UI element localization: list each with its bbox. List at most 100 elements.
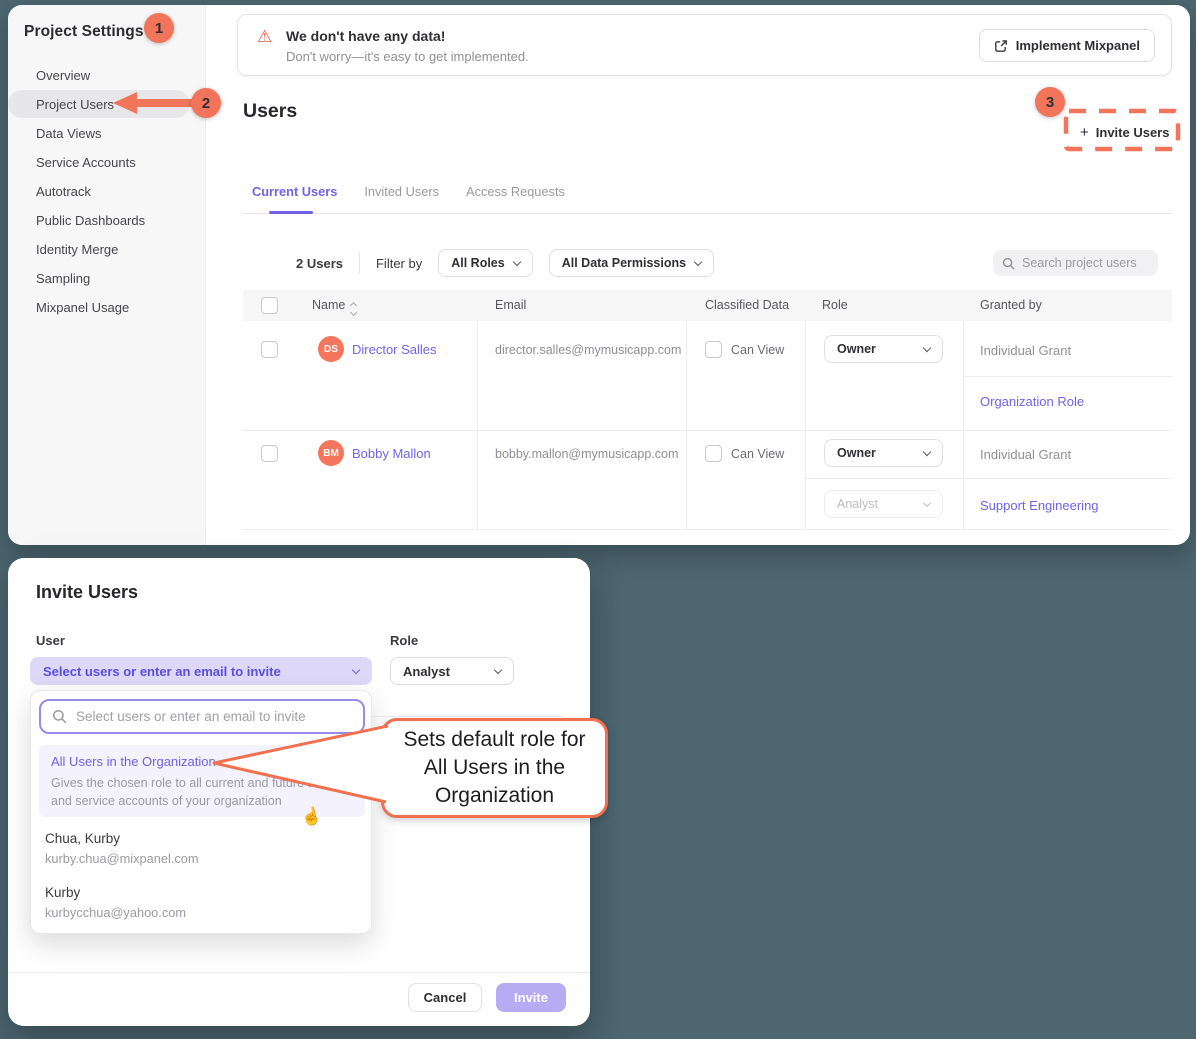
- users-tabs: Current Users Invited Users Access Reque…: [243, 180, 1172, 214]
- role-select-value: Analyst: [403, 664, 450, 679]
- chevron-down-icon: [512, 257, 520, 265]
- external-link-icon: [994, 39, 1008, 53]
- filter-by-label: Filter by: [376, 256, 422, 271]
- divider: [477, 321, 478, 530]
- role-select-field[interactable]: Analyst: [390, 657, 514, 685]
- filter-row: 2 Users Filter by All Roles All Data Per…: [296, 249, 714, 277]
- invite-submit-button[interactable]: Invite: [496, 983, 566, 1012]
- chevron-down-icon: [923, 343, 931, 351]
- search-project-users[interactable]: [993, 250, 1158, 276]
- classified-data-cell: Can View: [705, 341, 784, 358]
- divider: [805, 321, 806, 530]
- row-checkbox[interactable]: [261, 341, 278, 358]
- tab-invited-users[interactable]: Invited Users: [364, 180, 439, 213]
- granted-by-link[interactable]: Organization Role: [980, 394, 1084, 409]
- column-header-granted: Granted by: [980, 290, 1042, 321]
- role-value: Owner: [837, 342, 876, 356]
- user-email: director.salles@mymusicapp.com: [495, 343, 681, 357]
- can-view-label: Can View: [731, 343, 784, 357]
- avatar: BM: [318, 440, 344, 466]
- sidebar-item-autotrack[interactable]: Autotrack: [8, 177, 206, 206]
- user-name-link[interactable]: Director Salles: [352, 342, 437, 357]
- sidebar-item-public-dashboards[interactable]: Public Dashboards: [8, 206, 206, 235]
- cancel-button[interactable]: Cancel: [408, 983, 482, 1012]
- permissions-filter-dropdown[interactable]: All Data Permissions: [549, 249, 714, 277]
- divider: [686, 321, 687, 530]
- roles-filter-dropdown[interactable]: All Roles: [438, 249, 533, 277]
- chevron-down-icon: [923, 498, 931, 506]
- column-header-classified: Classified Data: [705, 290, 789, 321]
- user-select-value: Select users or enter an email to invite: [43, 664, 281, 679]
- tab-current-users[interactable]: Current Users: [252, 180, 337, 213]
- sidebar-title: Project Settings: [24, 23, 144, 41]
- chevron-down-icon: [923, 447, 931, 455]
- sidebar-item-service-accounts[interactable]: Service Accounts: [8, 148, 206, 177]
- permissions-filter-label: All Data Permissions: [562, 256, 686, 270]
- can-view-checkbox[interactable]: [705, 341, 722, 358]
- option-user[interactable]: Kurby kurbycchua@yahoo.com: [45, 885, 365, 920]
- annotation-step-2: 2: [191, 88, 221, 118]
- divider: [805, 478, 1172, 479]
- page-background: Project Settings Overview Project Users …: [0, 0, 1196, 1039]
- chevron-down-icon: [694, 257, 702, 265]
- page-title: Users: [243, 100, 297, 123]
- user-count: 2 Users: [296, 256, 343, 271]
- callout-tail: [200, 705, 400, 825]
- divider: [243, 529, 1172, 530]
- granted-by-link[interactable]: Support Engineering: [980, 498, 1099, 513]
- role-select[interactable]: Owner: [824, 335, 943, 363]
- divider: [243, 430, 1172, 431]
- sort-icon[interactable]: [351, 303, 356, 315]
- role-value: Analyst: [837, 497, 878, 511]
- user-select-field[interactable]: Select users or enter an email to invite: [30, 657, 372, 685]
- column-header-name: Name: [312, 290, 356, 321]
- callout-bubble: Sets default role for All Users in the O…: [381, 718, 608, 818]
- select-all-checkbox[interactable]: [261, 297, 278, 314]
- sidebar-item-data-views[interactable]: Data Views: [8, 119, 206, 148]
- column-header-role: Role: [822, 290, 848, 321]
- granted-by-text: Individual Grant: [980, 447, 1071, 462]
- active-tab-underline: [269, 211, 313, 214]
- annotation-step-3: 3: [1035, 87, 1065, 117]
- sidebar-item-mixpanel-usage[interactable]: Mixpanel Usage: [8, 293, 206, 322]
- option-user[interactable]: Chua, Kurby kurby.chua@mixpanel.com: [45, 831, 365, 866]
- user-name-link[interactable]: Bobby Mallon: [352, 446, 431, 461]
- annotation-dashed-box: [1060, 103, 1186, 155]
- banner-subtitle: Don't worry—it's easy to get implemented…: [286, 49, 529, 64]
- no-data-banner: ⚠ We don't have any data! Don't worry—it…: [237, 14, 1172, 76]
- implement-mixpanel-label: Implement Mixpanel: [1016, 38, 1140, 53]
- divider: [8, 972, 590, 973]
- search-icon: [1002, 257, 1015, 270]
- tab-access-requests[interactable]: Access Requests: [466, 180, 565, 213]
- sidebar-item-identity-merge[interactable]: Identity Merge: [8, 235, 206, 264]
- user-field-label: User: [36, 633, 65, 648]
- option-user-email: kurby.chua@mixpanel.com: [45, 851, 365, 866]
- user-email: bobby.mallon@mymusicapp.com: [495, 447, 678, 461]
- role-field-label: Role: [390, 633, 418, 648]
- banner-title: We don't have any data!: [286, 28, 445, 44]
- divider: [359, 252, 360, 274]
- warning-icon: ⚠: [257, 27, 272, 47]
- annotation-step-1: 1: [144, 13, 174, 43]
- option-user-name: Chua, Kurby: [45, 831, 365, 846]
- can-view-checkbox[interactable]: [705, 445, 722, 462]
- classified-data-cell: Can View: [705, 445, 784, 462]
- avatar: DS: [318, 336, 344, 362]
- role-value: Owner: [837, 446, 876, 460]
- users-table: Name Email Classified Data Role Granted …: [243, 290, 1172, 530]
- option-user-name: Kurby: [45, 885, 365, 900]
- sidebar-item-sampling[interactable]: Sampling: [8, 264, 206, 293]
- divider: [963, 321, 964, 530]
- implement-mixpanel-button[interactable]: Implement Mixpanel: [979, 29, 1155, 62]
- granted-by-text: Individual Grant: [980, 343, 1071, 358]
- role-select-disabled: Analyst: [824, 490, 943, 518]
- option-user-email: kurbycchua@yahoo.com: [45, 905, 365, 920]
- chevron-down-icon: [352, 665, 360, 673]
- modal-title: Invite Users: [36, 582, 138, 603]
- role-select[interactable]: Owner: [824, 439, 943, 467]
- divider: [963, 376, 1172, 377]
- column-header-email: Email: [495, 290, 526, 321]
- search-project-users-input[interactable]: [1022, 256, 1147, 270]
- row-checkbox[interactable]: [261, 445, 278, 462]
- callout-text: Sets default role for All Users in the O…: [394, 726, 595, 810]
